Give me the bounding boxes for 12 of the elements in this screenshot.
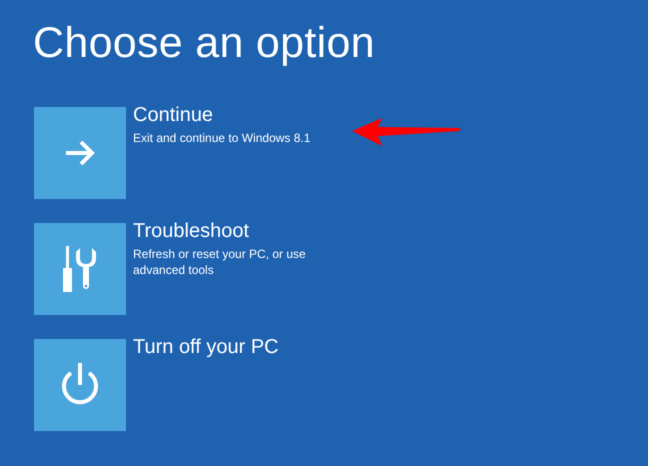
option-description: Exit and continue to Windows 8.1 xyxy=(133,130,312,146)
option-tile[interactable] xyxy=(34,107,126,199)
option-tile[interactable] xyxy=(34,223,126,315)
option-label[interactable]: Continue xyxy=(133,104,214,126)
arrow-right-icon xyxy=(64,140,96,166)
option-label[interactable]: Turn off your PC xyxy=(133,336,279,358)
option-tile[interactable] xyxy=(34,339,126,431)
tools-icon xyxy=(63,246,97,292)
option-description: Refresh or reset your PC, or use advanced tools xyxy=(133,246,307,278)
screen-title: Choose an option xyxy=(33,18,376,68)
power-icon xyxy=(60,363,100,407)
option-label[interactable]: Troubleshoot xyxy=(133,220,249,242)
